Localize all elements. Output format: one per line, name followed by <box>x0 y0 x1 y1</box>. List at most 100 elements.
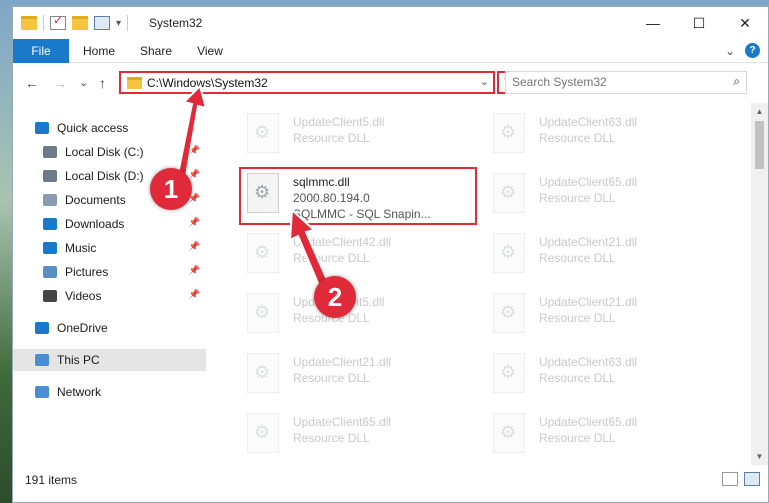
close-button[interactable]: ✕ <box>722 7 768 39</box>
file-name: UpdateClient65.dll <box>539 175 638 189</box>
file-item[interactable]: UpdateClient21.dll Resource DLL <box>241 349 481 401</box>
pin-icon[interactable]: 📌 <box>189 145 200 156</box>
file-name: UpdateClient63.dll <box>539 115 638 129</box>
help-icon[interactable]: ? <box>745 43 760 58</box>
file-description: Resource DLL <box>539 191 616 205</box>
sidebar-item-videos[interactable]: Videos 📌 <box>13 285 206 307</box>
file-name: UpdateClient65.dll <box>293 415 392 429</box>
folder-icon[interactable] <box>21 16 37 30</box>
tab-share[interactable]: Share <box>129 39 183 63</box>
file-item[interactable]: UpdateClient65.dll Resource DLL <box>487 409 727 461</box>
tab-home[interactable]: Home <box>71 39 127 63</box>
dll-file-icon <box>247 353 279 393</box>
forward-button[interactable]: → <box>53 75 67 91</box>
dll-file-icon <box>493 293 525 333</box>
pin-icon[interactable]: 📌 <box>189 241 200 252</box>
file-item[interactable]: sqlmmc.dll 2000.80.194.0 SQLMMC - SQL Snap… <box>241 169 481 221</box>
file-name: UpdateClient21.dll <box>539 295 638 309</box>
music-icon <box>43 242 57 254</box>
file-item[interactable]: UpdateClient42.dll Resource DLL <box>241 229 481 281</box>
sidebar-item-label: Pictures <box>65 265 109 279</box>
sidebar-item-this-pc[interactable]: This PC <box>13 349 206 371</box>
properties-icon[interactable] <box>50 13 66 30</box>
file-description: SQLMMC - SQL Snapin... <box>293 207 431 221</box>
file-item[interactable]: UpdateClient63.dll Resource DLL <box>487 349 727 401</box>
sidebar-item-pictures[interactable]: Pictures 📌 <box>13 261 206 283</box>
sidebar-item-onedrive[interactable]: OneDrive <box>13 317 206 339</box>
large-icons-view-icon[interactable] <box>744 472 760 486</box>
address-bar[interactable]: C:\Windows\System32 ⌄ <box>119 71 495 94</box>
sidebar-item-music[interactable]: Music 📌 <box>13 237 206 259</box>
tab-view[interactable]: View <box>185 39 235 63</box>
scroll-thumb[interactable] <box>755 121 764 169</box>
file-description: Resource DLL <box>539 431 616 445</box>
view-switcher <box>722 472 760 486</box>
star-icon <box>35 122 49 134</box>
up-button[interactable]: ↑ <box>99 75 106 91</box>
file-item[interactable]: UpdateClient63.dll Resource DLL <box>487 109 727 161</box>
file-name: UpdateClient63.dll <box>539 355 638 369</box>
step-2-badge: 2 <box>314 276 356 318</box>
file-item[interactable]: UpdateClient21.dll Resource DLL <box>487 289 727 341</box>
dll-file-icon <box>247 293 279 333</box>
details-view-icon[interactable] <box>722 472 738 486</box>
recent-locations-button[interactable]: ⌄ <box>79 76 88 89</box>
search-icon[interactable]: ⌕ <box>733 74 740 89</box>
dll-file-icon <box>493 173 525 213</box>
title-bar: ▾ System32 — ☐ ✕ <box>13 7 768 39</box>
maximize-button[interactable]: ☐ <box>676 7 722 39</box>
address-dropdown-icon[interactable]: ⌄ <box>480 75 489 88</box>
minimize-button[interactable]: — <box>630 7 676 39</box>
sidebar-item-local-disk-c[interactable]: Local Disk (C:) 📌 <box>13 141 206 163</box>
window-controls: — ☐ ✕ <box>630 7 768 39</box>
navigation-pane: Quick access Local Disk (C:) 📌 Local Disk (… <box>13 105 206 465</box>
file-description: Resource DLL <box>539 251 616 265</box>
file-description: Resource DLL <box>293 131 370 145</box>
file-item[interactable]: UpdateClient65.dll Resource DLL <box>487 169 727 221</box>
pin-icon[interactable]: 📌 <box>189 289 200 300</box>
dll-file-icon <box>247 173 279 213</box>
file-description: Resource DLL <box>293 251 370 265</box>
new-folder-icon[interactable] <box>72 16 88 30</box>
file-name: sqlmmc.dll <box>293 175 350 189</box>
sidebar-item-label: Documents <box>65 193 126 207</box>
computer-icon <box>35 354 49 366</box>
sidebar-item-label: Local Disk (D:) <box>65 169 144 183</box>
dll-file-icon <box>247 113 279 153</box>
dll-file-icon <box>247 413 279 453</box>
file-name: UpdateClient5.dll <box>293 115 385 129</box>
sidebar-item-label: Downloads <box>65 217 125 231</box>
qat-dropdown-icon[interactable]: ▾ <box>116 18 121 29</box>
customize-icon[interactable] <box>94 16 110 30</box>
quick-access-toolbar: ▾ <box>21 13 129 31</box>
download-icon <box>43 218 57 230</box>
sidebar-item-label: OneDrive <box>57 321 108 335</box>
step-1-badge: 1 <box>150 168 192 210</box>
pin-icon[interactable]: 📌 <box>189 169 200 180</box>
sidebar-item-network[interactable]: Network <box>13 381 206 403</box>
navigation-bar: ← → ⌄ ↑ C:\Windows\System32 ⌄ ↻ ⌕ <box>13 63 768 101</box>
documents-icon <box>43 194 57 206</box>
search-box[interactable]: ⌕ <box>505 71 747 94</box>
file-item[interactable]: UpdateClient5.dll Resource DLL <box>241 109 481 161</box>
file-item[interactable]: UpdateClient5.dllResource DLL <box>241 289 481 341</box>
pin-icon[interactable]: 📌 <box>189 217 200 228</box>
file-item[interactable]: UpdateClient65.dll Resource DLL <box>241 409 481 461</box>
dll-file-icon <box>493 113 525 153</box>
expand-ribbon-icon[interactable]: ⌄ <box>725 44 735 58</box>
file-item[interactable]: UpdateClient21.dll Resource DLL <box>487 229 727 281</box>
sidebar-item-label: Local Disk (C:) <box>65 145 144 159</box>
pin-icon[interactable]: 📌 <box>189 265 200 276</box>
sidebar-item-quick-access[interactable]: Quick access <box>13 117 206 139</box>
back-button[interactable]: ← <box>25 75 39 91</box>
scroll-up-icon[interactable]: ▲ <box>751 103 768 120</box>
sidebar-item-downloads[interactable]: Downloads 📌 <box>13 213 206 235</box>
file-name: UpdateClient21.dll <box>539 235 638 249</box>
scroll-down-icon[interactable]: ▼ <box>751 448 768 465</box>
cloud-icon <box>35 322 49 334</box>
vertical-scrollbar[interactable]: ▲ ▼ <box>751 103 768 465</box>
search-input[interactable] <box>512 75 722 89</box>
address-path[interactable]: C:\Windows\System32 <box>147 76 268 90</box>
dll-file-icon <box>493 233 525 273</box>
file-description: Resource DLL <box>539 371 616 385</box>
